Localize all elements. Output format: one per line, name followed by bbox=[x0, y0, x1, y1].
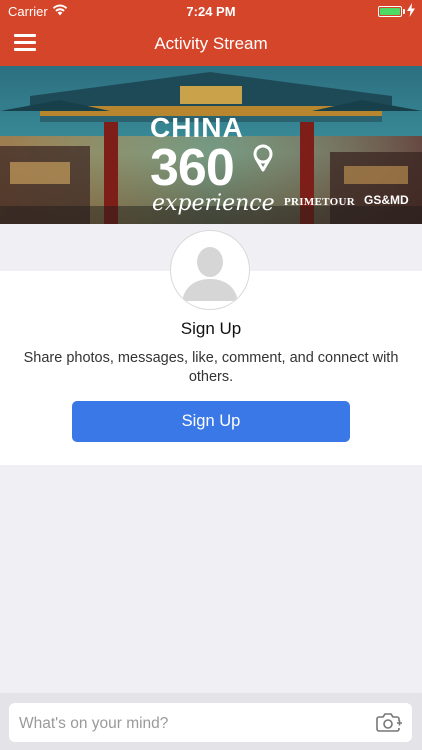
battery-fill bbox=[380, 8, 400, 15]
charging-bolt-icon bbox=[406, 3, 416, 17]
signup-title: Sign Up bbox=[180, 319, 242, 338]
composer bbox=[9, 703, 412, 744]
banner-line3: experience bbox=[152, 191, 275, 216]
signup-description: Share photos, messages, like, comment, a… bbox=[23, 350, 399, 385]
banner-sponsor-2: GS&MD bbox=[364, 193, 409, 207]
battery-tip bbox=[403, 9, 405, 14]
signup-button[interactable]: Sign Up bbox=[72, 401, 350, 442]
battery-icon bbox=[378, 6, 402, 17]
status-time: 7:24 PM bbox=[186, 4, 236, 19]
post-input[interactable] bbox=[17, 703, 361, 744]
banner-image: CHINA 360 experience PRIMETOUR GS&MD bbox=[0, 66, 422, 224]
default-avatar-icon bbox=[170, 230, 250, 310]
camera-add-icon[interactable] bbox=[376, 710, 402, 734]
top-bar: Carrier 7:24 PM Activity Stream bbox=[0, 0, 422, 66]
nav-bar: Activity Stream bbox=[0, 22, 422, 66]
banner-sponsor-1: PRIMETOUR bbox=[284, 196, 355, 208]
banner-line2: 360 bbox=[150, 139, 235, 197]
status-bar: Carrier 7:24 PM bbox=[0, 0, 422, 22]
page-title: Activity Stream bbox=[154, 34, 268, 53]
